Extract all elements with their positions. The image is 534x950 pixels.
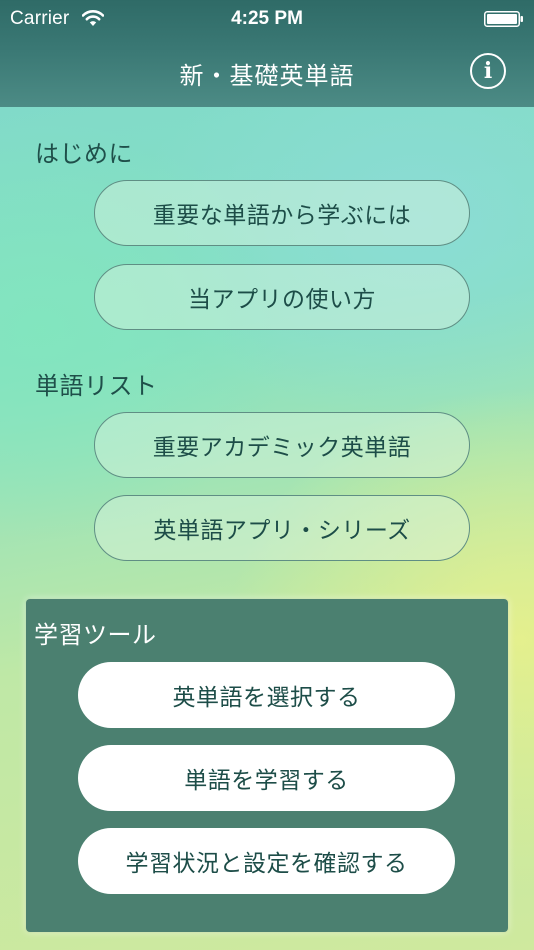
page-title: 新・基礎英単語 (179, 62, 355, 90)
study-words-button[interactable]: 単語を学習する (78, 745, 455, 811)
section-label-tools: 学習ツール (34, 621, 157, 649)
check-progress-settings-button[interactable]: 学習状況と設定を確認する (78, 828, 455, 894)
clock: 4:25 PM (231, 8, 303, 29)
important-words-button[interactable]: 重要な単語から学ぶには (94, 180, 470, 246)
section-label-word-list: 単語リスト (35, 372, 158, 400)
info-button[interactable]: i (470, 53, 506, 89)
tools-panel: 学習ツール 英単語を選択する 単語を学習する 学習状況と設定を確認する (26, 599, 508, 932)
app-series-button[interactable]: 英単語アプリ・シリーズ (94, 495, 470, 561)
battery-icon (484, 11, 523, 27)
how-to-use-button[interactable]: 当アプリの使い方 (94, 264, 470, 330)
info-icon: i (483, 58, 493, 84)
section-label-intro: はじめに (35, 140, 133, 168)
header: Carrier 4:25 PM 新・基礎英単語 i (0, 0, 534, 107)
app-screen: Carrier 4:25 PM 新・基礎英単語 i はじめに 重要な単語から学ぶ… (0, 0, 534, 950)
select-words-button[interactable]: 英単語を選択する (78, 662, 455, 728)
status-bar: Carrier 4:25 PM (0, 0, 534, 38)
academic-words-button[interactable]: 重要アカデミック英単語 (94, 412, 470, 478)
